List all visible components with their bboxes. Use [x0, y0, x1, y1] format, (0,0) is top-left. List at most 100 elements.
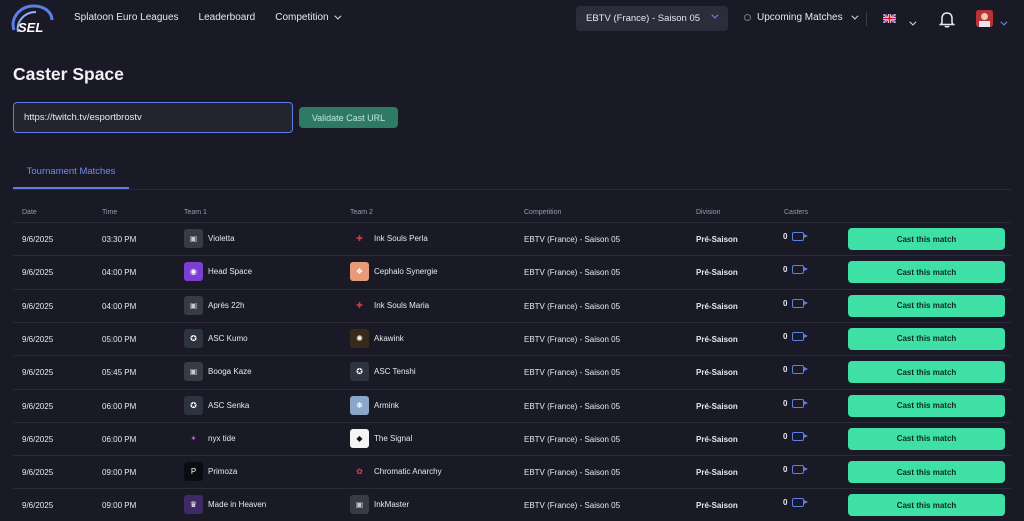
top-navbar: SEL Splatoon Euro Leagues Leaderboard Co… — [0, 0, 1024, 38]
team2-name: Armink — [374, 400, 399, 410]
tab-tournament-matches[interactable]: Tournament Matches — [13, 166, 129, 189]
table-row: 9/6/2025 06:00 PM ✦ nyx tide ◆ The Signa… — [13, 421, 1011, 455]
table-row: 9/6/2025 05:45 PM ▣ Booga Kaze ✪ ASC Ten… — [13, 355, 1011, 388]
team2-cell: ▣ InkMaster — [350, 495, 410, 515]
cast-this-match-button[interactable]: Cast this match — [848, 494, 1005, 517]
video-camera-icon — [792, 265, 809, 275]
cast-this-match-button[interactable]: Cast this match — [848, 394, 1005, 417]
cast-this-match-button[interactable]: Cast this match — [848, 294, 1005, 317]
nav-link-splatoon-euro-leagues[interactable]: Splatoon Euro Leagues — [74, 12, 179, 23]
nav-link-competition[interactable]: Competition — [275, 12, 342, 23]
team1-name: ASC Senka — [208, 400, 250, 410]
team2-logo-icon: ✿ — [350, 462, 369, 482]
team2-name: Ink Souls Maria — [374, 300, 430, 310]
team2-cell: ✪ ASC Tenshi — [350, 362, 416, 382]
cell-competition: EBTV (France) - Saison 05 — [524, 301, 621, 311]
team1-name: nyx tide — [208, 433, 236, 443]
casters-count: 0 — [783, 431, 809, 441]
notification-bell-icon[interactable] — [938, 10, 956, 28]
team2-logo-icon: ✚ — [350, 229, 369, 248]
table-row: 9/6/2025 04:00 PM ▣ Après 22h ✚ Ink Soul… — [13, 288, 1011, 322]
cell-time: 09:00 PM — [102, 501, 137, 511]
cast-this-match-button[interactable]: Cast this match — [848, 361, 1005, 384]
cast-url-input[interactable] — [13, 102, 293, 133]
video-camera-icon — [792, 465, 809, 475]
video-camera-icon — [792, 232, 809, 241]
team2-name: Chromatic Anarchy — [374, 467, 442, 477]
team1-cell: P Primoza — [184, 462, 237, 482]
cell-competition: EBTV (France) - Saison 05 — [524, 501, 621, 511]
cell-time: 06:00 PM — [102, 434, 137, 444]
cell-date: 9/6/2025 — [22, 235, 54, 244]
team2-logo-icon: ▣ — [350, 495, 369, 515]
svg-text:SEL: SEL — [18, 20, 43, 35]
team2-cell: ✚ Ink Souls Maria — [350, 295, 430, 315]
cast-this-match-button[interactable]: Cast this match — [848, 228, 1005, 250]
cell-date: 9/6/2025 — [22, 301, 54, 311]
cell-division: Pré-Saison — [696, 368, 738, 378]
cell-division: Pré-Saison — [696, 401, 738, 411]
validate-cast-url-button[interactable]: Validate Cast URL — [299, 107, 398, 128]
chevron-down-icon — [711, 11, 719, 19]
cast-this-match-button[interactable]: Cast this match — [848, 427, 1005, 450]
cell-competition: EBTV (France) - Saison 05 — [524, 468, 621, 478]
table-row: 9/6/2025 09:00 PM ♛ Made in Heaven ▣ Ink… — [13, 488, 1011, 521]
user-menu-chevron-down-icon[interactable] — [1000, 13, 1008, 31]
team1-cell: ▣ Violetta — [184, 229, 235, 248]
team2-cell: ✿ Chromatic Anarchy — [350, 462, 442, 482]
nav-link-leaderboard[interactable]: Leaderboard — [199, 12, 256, 23]
casters-count: 0 — [783, 465, 809, 475]
team1-logo-icon: ▣ — [184, 362, 203, 382]
cast-this-match-button[interactable]: Cast this match — [848, 461, 1005, 484]
team1-logo-icon: ♛ — [184, 495, 203, 515]
cell-time: 04:00 PM — [102, 268, 137, 278]
uk-flag-icon[interactable] — [883, 14, 896, 23]
header-date: Date — [22, 209, 37, 216]
header-casters: Casters — [784, 209, 809, 216]
team1-logo-icon: ✪ — [184, 395, 203, 415]
cell-division: Pré-Saison — [696, 334, 738, 344]
cell-competition: EBTV (France) - Saison 05 — [524, 268, 621, 278]
team2-name: InkMaster — [374, 500, 410, 510]
cast-this-match-button[interactable]: Cast this match — [848, 261, 1005, 284]
casters-count: 0 — [783, 298, 809, 308]
team2-logo-icon: ✪ — [350, 362, 369, 382]
team1-name: Made in Heaven — [208, 500, 267, 510]
team2-name: Akawink — [374, 333, 404, 343]
cell-competition: EBTV (France) - Saison 05 — [524, 434, 621, 444]
sel-logo[interactable]: SEL — [8, 2, 54, 36]
team1-cell: ◉ Head Space — [184, 262, 252, 282]
team1-cell: ♛ Made in Heaven — [184, 495, 267, 515]
cell-time: 05:00 PM — [102, 334, 137, 344]
team2-logo-icon: ✺ — [350, 328, 369, 348]
user-avatar[interactable] — [976, 10, 993, 27]
team1-name: Après 22h — [208, 300, 245, 310]
team2-cell: ✚ Ink Souls Perla — [350, 229, 428, 248]
cell-time: 04:00 PM — [102, 301, 137, 311]
language-chevron-down-icon[interactable] — [904, 13, 917, 31]
team1-logo-icon: ✪ — [184, 328, 203, 348]
team2-cell: ❋ Armink — [350, 395, 399, 415]
video-camera-icon — [792, 398, 809, 408]
casters-count: 0 — [783, 365, 809, 375]
chevron-down-icon — [850, 12, 859, 20]
team1-cell: ✪ ASC Kumo — [184, 328, 248, 348]
season-select[interactable]: EBTV (France) - Saison 05 — [576, 6, 728, 31]
chevron-down-icon — [333, 12, 342, 20]
team1-logo-icon: ◉ — [184, 262, 203, 282]
page-title: Caster Space — [13, 64, 124, 84]
team2-logo-icon: ❋ — [350, 395, 369, 415]
video-camera-icon — [792, 498, 809, 508]
upcoming-matches-dropdown[interactable]: Upcoming Matches — [744, 12, 859, 23]
tab-divider — [13, 189, 1011, 190]
cell-competition: EBTV (France) - Saison 05 — [524, 368, 621, 378]
team1-logo-icon: ✦ — [184, 428, 203, 448]
video-camera-icon — [792, 431, 809, 441]
cell-time: 09:00 PM — [102, 468, 137, 478]
table-row: 9/6/2025 03:30 PM ▣ Violetta ✚ Ink Souls… — [13, 222, 1011, 255]
team2-logo-icon: ❖ — [350, 262, 369, 282]
team1-name: ASC Kumo — [208, 333, 248, 343]
casters-count: 0 — [783, 232, 809, 241]
cast-this-match-button[interactable]: Cast this match — [848, 327, 1005, 350]
casters-count: 0 — [783, 265, 809, 275]
